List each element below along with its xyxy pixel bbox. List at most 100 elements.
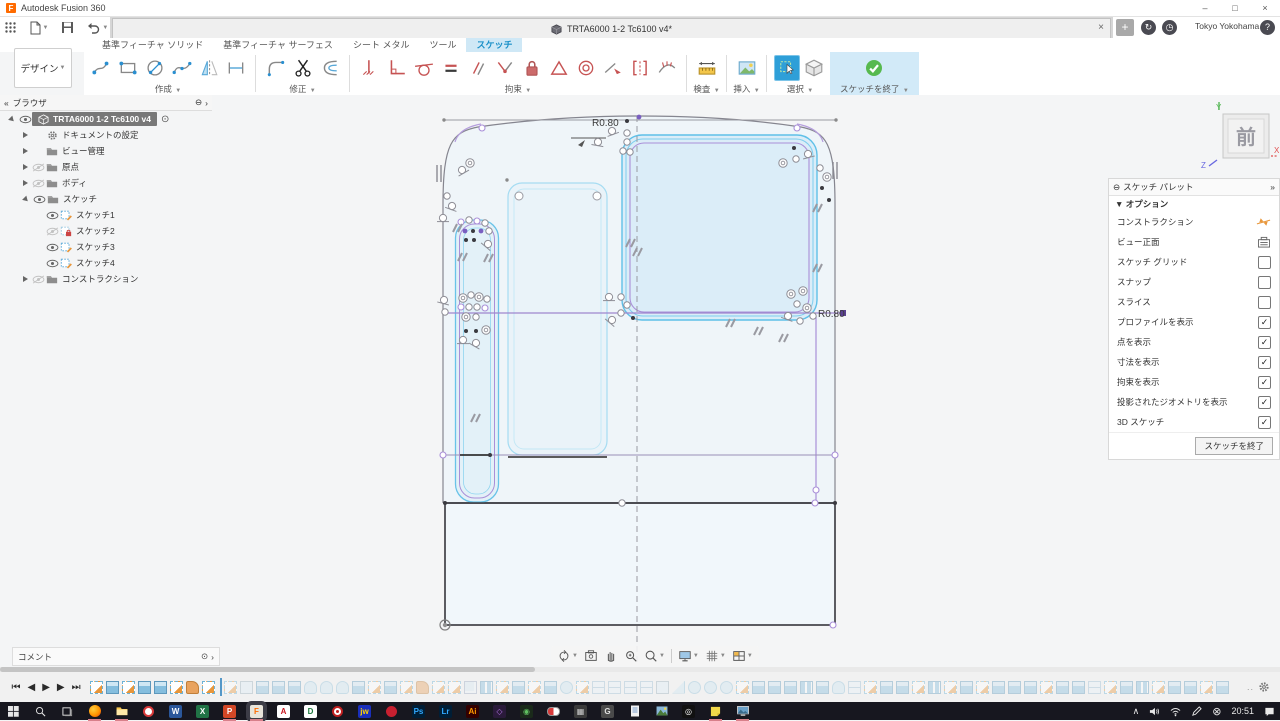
sketch-feature-icon[interactable] [90, 680, 104, 694]
visibility-eye-icon[interactable] [45, 211, 59, 220]
palette-checkbox[interactable] [1258, 295, 1271, 309]
constraint-coincident-icon[interactable] [491, 54, 518, 82]
ribbon-tab-1[interactable]: 基準フィーチャ サーフェス [213, 38, 343, 53]
shell-feature-icon[interactable] [848, 680, 862, 694]
notes-taskbar-icon[interactable] [628, 705, 641, 718]
red-badge-taskbar-icon[interactable] [385, 705, 398, 718]
inspect-group-label[interactable]: 検査 ▼ [693, 83, 719, 95]
comment-handle-icon[interactable]: › [211, 652, 214, 662]
sketch-feature-icon[interactable] [400, 680, 414, 694]
document-tab[interactable]: TRTA6000 1-2 Tc6100 v4* × [112, 18, 1111, 39]
expand-arrow-icon[interactable] [23, 132, 28, 138]
sketch-feature-icon[interactable] [912, 680, 926, 694]
extrude-feature-icon[interactable] [784, 680, 798, 694]
sketch-feature-icon[interactable] [122, 680, 136, 694]
constraint-symmetry-icon[interactable] [626, 54, 653, 82]
zoom-icon[interactable] [621, 649, 641, 663]
browser-item-10[interactable]: コンストラクション [0, 271, 212, 287]
pan-icon[interactable] [601, 649, 621, 663]
excel-taskbar-icon[interactable]: X [196, 704, 209, 718]
shell-feature-icon[interactable] [640, 680, 654, 694]
constraint-tangent-icon[interactable] [410, 54, 437, 82]
browser-item-0[interactable]: TRTA6000 1-2 Tc6100 v4 ⊙ [0, 111, 212, 127]
palette-checkbox[interactable] [1258, 255, 1271, 269]
constraint-perpendicular-icon[interactable] [383, 54, 410, 82]
skip-end-icon[interactable]: ⏭ [68, 682, 84, 693]
explorer-taskbar-icon[interactable] [115, 705, 128, 721]
acrobat-taskbar-icon[interactable]: A [277, 704, 290, 718]
play-icon[interactable]: ▶ [39, 682, 54, 693]
create-circle-icon[interactable] [141, 54, 168, 82]
close-button[interactable]: × [1250, 0, 1280, 16]
minimize-button[interactable]: – [1190, 0, 1220, 16]
insert-canvas-icon[interactable] [733, 54, 760, 82]
constraint-parallel-icon[interactable] [464, 54, 491, 82]
shell-feature-icon[interactable] [592, 680, 606, 694]
constraint-equal-icon[interactable] [437, 54, 464, 82]
sketch-feature-icon[interactable] [1040, 680, 1054, 694]
search-taskbar-icon[interactable] [34, 705, 47, 718]
cylinder-feature-icon[interactable] [720, 680, 734, 694]
collapse-arrow-icon[interactable] [8, 115, 16, 123]
browser-item-3[interactable]: 原点 [0, 159, 212, 175]
wifi-icon[interactable] [1170, 706, 1181, 717]
extrude-feature-icon[interactable] [1120, 680, 1134, 694]
extrude-feature-icon[interactable] [880, 680, 894, 694]
expand-arrow-icon[interactable] [23, 164, 28, 170]
grid-settings-icon[interactable]: ▼ [702, 649, 729, 663]
powerpoint-taskbar-icon[interactable]: P [223, 704, 236, 721]
constraint-lock-icon[interactable] [518, 54, 545, 82]
palette-collapse-icon[interactable]: ⊖ [1113, 182, 1120, 193]
box-feature-icon[interactable] [656, 680, 670, 694]
expand-arrow-icon[interactable] [23, 148, 28, 154]
diamond-taskbar-icon[interactable]: ◇ [493, 704, 506, 718]
sketch-feature-icon[interactable] [1152, 680, 1166, 694]
record-taskbar-icon[interactable]: ◎ [682, 704, 695, 718]
extrude-feature-icon[interactable] [816, 680, 830, 694]
cylinder-feature-icon[interactable] [560, 680, 574, 694]
browser-item-2[interactable]: ビュー管理 [0, 143, 212, 159]
browser-minus-icon[interactable]: ⊖ [195, 97, 202, 108]
select-group-label[interactable]: 選択 ▼ [787, 83, 813, 95]
browser-item-4[interactable]: ボディ [0, 175, 212, 191]
extrude-feature-icon[interactable] [272, 680, 286, 694]
sketch-feature-icon[interactable] [944, 680, 958, 694]
workspace-switcher[interactable]: デザイン ▼ [14, 48, 72, 88]
undo-icon[interactable]: ▼ [82, 17, 112, 38]
jwcad-taskbar-icon[interactable]: jw [358, 704, 371, 718]
browser-item-7[interactable]: スケッチ2 [0, 223, 212, 239]
viewports-icon[interactable]: ▼ [729, 649, 756, 663]
create-dimension-icon[interactable] [222, 54, 249, 82]
maximize-button[interactable]: □ [1220, 0, 1250, 16]
document-tab-close-icon[interactable]: × [1098, 22, 1104, 33]
ribbon-tab-2[interactable]: シート メタル [343, 38, 420, 53]
sketch-feature-icon[interactable] [170, 680, 184, 694]
volume-icon[interactable] [1149, 706, 1160, 717]
visibility-eye-off-icon[interactable] [31, 179, 45, 188]
taskview-taskbar-icon[interactable] [61, 705, 74, 718]
modify-fillet-icon[interactable] [262, 54, 289, 82]
browser-item-1[interactable]: ドキュメントの設定 [0, 127, 212, 143]
finish-sketch-group-label[interactable]: スケッチを終了 ▼ [840, 83, 909, 95]
constraint-polygon-icon[interactable] [545, 54, 572, 82]
extrude-feature-icon[interactable] [1024, 680, 1038, 694]
expand-arrow-icon[interactable] [23, 276, 28, 282]
ribbon-tab-3[interactable]: ツール [419, 38, 466, 53]
firefox-taskbar-icon[interactable] [88, 705, 101, 721]
palette-checkbox[interactable]: ✓ [1258, 395, 1271, 409]
pin-red-taskbar-icon[interactable] [142, 705, 155, 718]
visibility-eye-off-icon[interactable] [45, 227, 59, 236]
step-forward-icon[interactable]: ▶ [53, 682, 68, 693]
pattern-feature-icon[interactable] [480, 680, 494, 694]
revolve-feature-icon[interactable] [320, 680, 334, 694]
extrude-feature-icon[interactable] [1008, 680, 1022, 694]
ribbon-tab-0[interactable]: 基準フィーチャ ソリッド [92, 38, 213, 53]
create-mirror-icon[interactable] [195, 54, 222, 82]
tray-chevron-icon[interactable]: ∧ [1133, 706, 1140, 717]
browser-item-5[interactable]: スケッチ [0, 191, 212, 207]
sketch-feature-icon[interactable] [528, 680, 542, 694]
sketch-feature-icon[interactable] [1104, 680, 1118, 694]
modify-trim-icon[interactable] [289, 54, 316, 82]
photoshop-taskbar-icon[interactable]: Ps [412, 704, 425, 718]
visibility-eye-icon[interactable] [45, 243, 59, 252]
